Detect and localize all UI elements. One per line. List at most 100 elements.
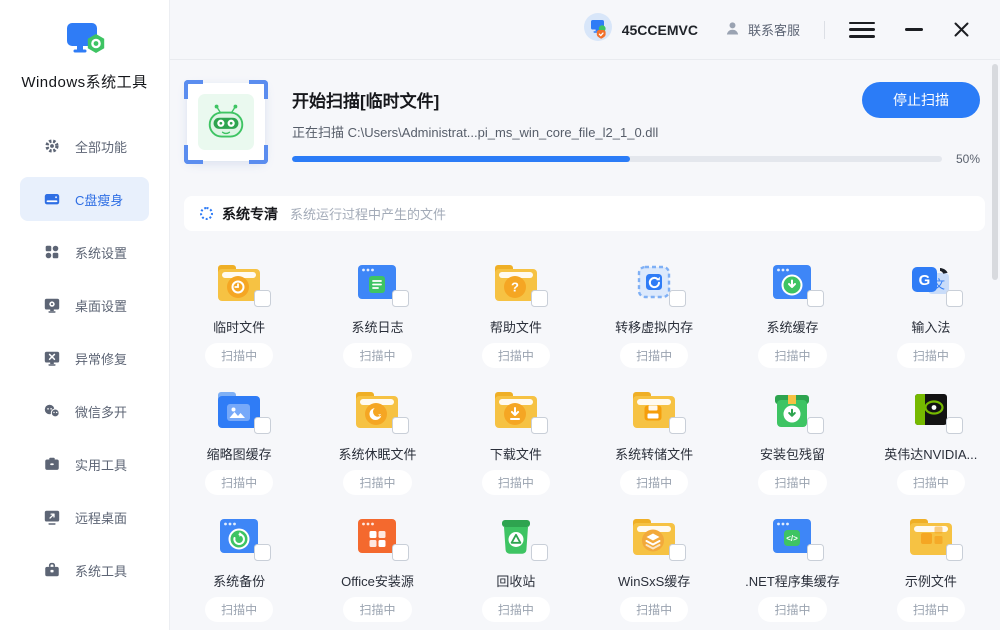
scan-item-9[interactable]: 下载文件 扫描中 bbox=[447, 383, 585, 510]
item-label: 系统日志 bbox=[308, 317, 446, 336]
scan-item-5[interactable]: 系统缓存 扫描中 bbox=[723, 256, 861, 383]
item-checkbox[interactable] bbox=[946, 290, 963, 307]
item-checkbox[interactable] bbox=[669, 290, 686, 307]
item-label: 系统备份 bbox=[170, 571, 308, 590]
scan-item-11[interactable]: 安装包残留 扫描中 bbox=[723, 383, 861, 510]
svg-text:</>: </> bbox=[787, 534, 799, 543]
scan-item-3[interactable]: ? 帮助文件 扫描中 bbox=[447, 256, 585, 383]
item-label: .NET程序集缓存 bbox=[723, 571, 861, 590]
item-checkbox[interactable] bbox=[531, 290, 548, 307]
item-status-badge: 扫描中 bbox=[758, 597, 826, 622]
sidebar-item-5[interactable]: 异常修复 bbox=[20, 336, 149, 380]
progress-bar bbox=[292, 156, 942, 162]
item-status-badge: 扫描中 bbox=[205, 597, 273, 622]
item-label: 缩略图缓存 bbox=[170, 444, 308, 463]
item-label: 转移虚拟内存 bbox=[585, 317, 723, 336]
item-label: 帮助文件 bbox=[447, 317, 585, 336]
scan-item-17[interactable]: </> .NET程序集缓存 扫描中 bbox=[723, 510, 861, 630]
item-checkbox[interactable] bbox=[669, 544, 686, 561]
item-checkbox[interactable] bbox=[807, 417, 824, 434]
sidebar-item-label: 异常修复 bbox=[75, 349, 127, 368]
sidebar-item-6[interactable]: 微信多开 bbox=[20, 389, 149, 433]
item-status-badge: 扫描中 bbox=[343, 597, 411, 622]
scan-robot-icon bbox=[187, 83, 265, 161]
sidebar-item-label: 远程桌面 bbox=[75, 508, 127, 527]
c-drive-slim-icon bbox=[43, 190, 61, 208]
contact-support-button[interactable]: 联系客服 bbox=[724, 20, 800, 40]
app-window: Windows系统工具 全部功能 C盘瘦身 系统设置 桌面设置 异常修复 微信多… bbox=[0, 0, 1000, 630]
item-checkbox[interactable] bbox=[531, 417, 548, 434]
sidebar-item-8[interactable]: 远程桌面 bbox=[20, 495, 149, 539]
scan-item-1[interactable]: 临时文件 扫描中 bbox=[170, 256, 308, 383]
scan-item-8[interactable]: z 系统休眠文件 扫描中 bbox=[308, 383, 446, 510]
app-logo-icon bbox=[63, 22, 107, 65]
item-status-badge: 扫描中 bbox=[482, 597, 550, 622]
scan-item-18[interactable]: 示例文件 扫描中 bbox=[862, 510, 1000, 630]
item-checkbox[interactable] bbox=[669, 417, 686, 434]
item-label: 回收站 bbox=[447, 571, 585, 590]
utility-tools-icon bbox=[43, 455, 61, 473]
titlebar-divider bbox=[824, 21, 825, 39]
item-checkbox[interactable] bbox=[392, 417, 409, 434]
item-label: 英伟达NVIDIA... bbox=[862, 444, 1000, 463]
sidebar-item-7[interactable]: 实用工具 bbox=[20, 442, 149, 486]
scan-items-grid: 临时文件 扫描中 系统日志 扫描中 ? 帮助文件 扫描中 转移虚拟内存 扫描中 … bbox=[170, 256, 1000, 630]
sidebar-item-label: 微信多开 bbox=[75, 402, 127, 421]
item-status-badge: 扫描中 bbox=[343, 470, 411, 495]
item-status-badge: 扫描中 bbox=[620, 470, 688, 495]
item-checkbox[interactable] bbox=[392, 544, 409, 561]
scan-item-14[interactable]: Office安装源 扫描中 bbox=[308, 510, 446, 630]
svg-text:z: z bbox=[378, 414, 381, 420]
sidebar-item-label: C盘瘦身 bbox=[75, 190, 123, 209]
sidebar-item-2[interactable]: C盘瘦身 bbox=[20, 177, 149, 221]
item-label: 安装包残留 bbox=[723, 444, 861, 463]
item-checkbox[interactable] bbox=[807, 544, 824, 561]
minimize-icon[interactable] bbox=[905, 28, 923, 31]
sidebar-item-label: 系统设置 bbox=[75, 243, 127, 262]
item-checkbox[interactable] bbox=[807, 290, 824, 307]
item-status-badge: 扫描中 bbox=[758, 470, 826, 495]
scan-item-2[interactable]: 系统日志 扫描中 bbox=[308, 256, 446, 383]
section-title: 系统专清 bbox=[222, 204, 278, 224]
sidebar-item-label: 全部功能 bbox=[75, 137, 127, 156]
scan-item-10[interactable]: 系统转储文件 扫描中 bbox=[585, 383, 723, 510]
scan-item-15[interactable]: 回收站 扫描中 bbox=[447, 510, 585, 630]
item-label: 下载文件 bbox=[447, 444, 585, 463]
sidebar-item-9[interactable]: 系统工具 bbox=[20, 548, 149, 592]
item-checkbox[interactable] bbox=[946, 544, 963, 561]
app-title: Windows系统工具 bbox=[0, 71, 169, 92]
hamburger-icon[interactable] bbox=[849, 22, 875, 38]
account-chip[interactable]: 45CCEMVC bbox=[583, 12, 698, 47]
person-icon bbox=[724, 20, 741, 40]
scan-item-12[interactable]: 英伟达NVIDIA... 扫描中 bbox=[862, 383, 1000, 510]
scrollbar-thumb[interactable] bbox=[992, 64, 998, 280]
item-checkbox[interactable] bbox=[254, 290, 271, 307]
item-checkbox[interactable] bbox=[531, 544, 548, 561]
stop-scan-button[interactable]: 停止扫描 bbox=[862, 82, 980, 118]
wechat-multi-icon bbox=[43, 402, 61, 420]
close-icon[interactable] bbox=[953, 21, 970, 38]
svg-text:?: ? bbox=[511, 280, 519, 295]
scan-item-4[interactable]: 转移虚拟内存 扫描中 bbox=[585, 256, 723, 383]
item-checkbox[interactable] bbox=[946, 417, 963, 434]
item-label: 系统转储文件 bbox=[585, 444, 723, 463]
titlebar: 45CCEMVC 联系客服 bbox=[170, 0, 1000, 60]
sidebar-item-4[interactable]: 桌面设置 bbox=[20, 283, 149, 327]
item-checkbox[interactable] bbox=[254, 417, 271, 434]
sidebar-item-1[interactable]: 全部功能 bbox=[20, 124, 149, 168]
sidebar-item-label: 系统工具 bbox=[75, 561, 127, 580]
scan-item-6[interactable]: 文G 输入法 扫描中 bbox=[862, 256, 1000, 383]
sidebar-item-3[interactable]: 系统设置 bbox=[20, 230, 149, 274]
item-label: 输入法 bbox=[862, 317, 1000, 336]
scan-status-line: 正在扫描 C:\Users\Administrat...pi_ms_win_co… bbox=[292, 122, 980, 141]
scan-item-7[interactable]: 缩略图缓存 扫描中 bbox=[170, 383, 308, 510]
scan-item-13[interactable]: 系统备份 扫描中 bbox=[170, 510, 308, 630]
system-settings-icon bbox=[43, 243, 61, 261]
item-checkbox[interactable] bbox=[392, 290, 409, 307]
scan-item-16[interactable]: WinSxS缓存 扫描中 bbox=[585, 510, 723, 630]
svg-text:G: G bbox=[918, 272, 930, 289]
item-status-badge: 扫描中 bbox=[897, 470, 965, 495]
sidebar: Windows系统工具 全部功能 C盘瘦身 系统设置 桌面设置 异常修复 微信多… bbox=[0, 0, 170, 630]
avatar bbox=[583, 12, 613, 47]
item-checkbox[interactable] bbox=[254, 544, 271, 561]
